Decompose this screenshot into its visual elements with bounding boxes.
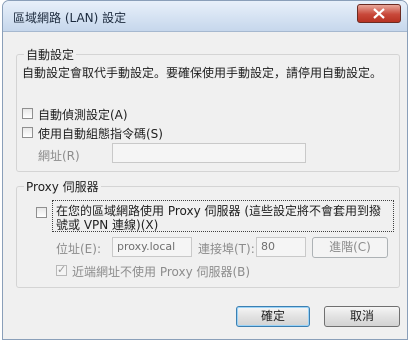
proxy-port-input[interactable]: 80	[256, 237, 306, 257]
window-title: 區域網路 (LAN) 設定	[13, 11, 127, 25]
checkmark-icon: ✓	[57, 263, 67, 276]
auto-detect-label[interactable]: 自動偵測設定(A)	[38, 106, 128, 123]
advanced-button[interactable]: 進階(C)	[312, 237, 388, 258]
close-button[interactable]	[357, 4, 401, 23]
proxy-port-label: 連接埠(T):	[198, 242, 255, 256]
use-proxy-checkbox[interactable]	[36, 207, 47, 218]
use-proxy-label-line2[interactable]: 號或 VPN 連線)(X)	[56, 216, 158, 233]
auto-script-label[interactable]: 使用自動組態指令碼(S)	[38, 125, 163, 142]
script-address-label: 網址(R)	[38, 149, 80, 163]
close-icon	[373, 8, 385, 19]
bypass-local-label[interactable]: 近端網址不使用 Proxy 伺服器(B)	[72, 263, 250, 280]
proxy-server-legend: Proxy 伺服器	[24, 178, 101, 195]
ok-button[interactable]: 確定	[236, 306, 310, 327]
auto-script-checkbox[interactable]	[22, 127, 33, 138]
auto-config-description: 自動設定會取代手動設定。要確保使用手動設定，請停用自動設定。	[22, 66, 383, 80]
proxy-address-label: 位址(E):	[56, 242, 101, 256]
bypass-local-checkbox[interactable]: ✓	[56, 263, 67, 276]
auto-config-legend: 自動設定	[24, 46, 77, 63]
title-bar: 區域網路 (LAN) 設定	[3, 1, 407, 32]
auto-detect-checkbox[interactable]	[22, 108, 33, 119]
cancel-button[interactable]: 取消	[324, 306, 400, 327]
script-address-input[interactable]	[112, 143, 306, 163]
proxy-address-input[interactable]: proxy.local	[112, 237, 192, 257]
